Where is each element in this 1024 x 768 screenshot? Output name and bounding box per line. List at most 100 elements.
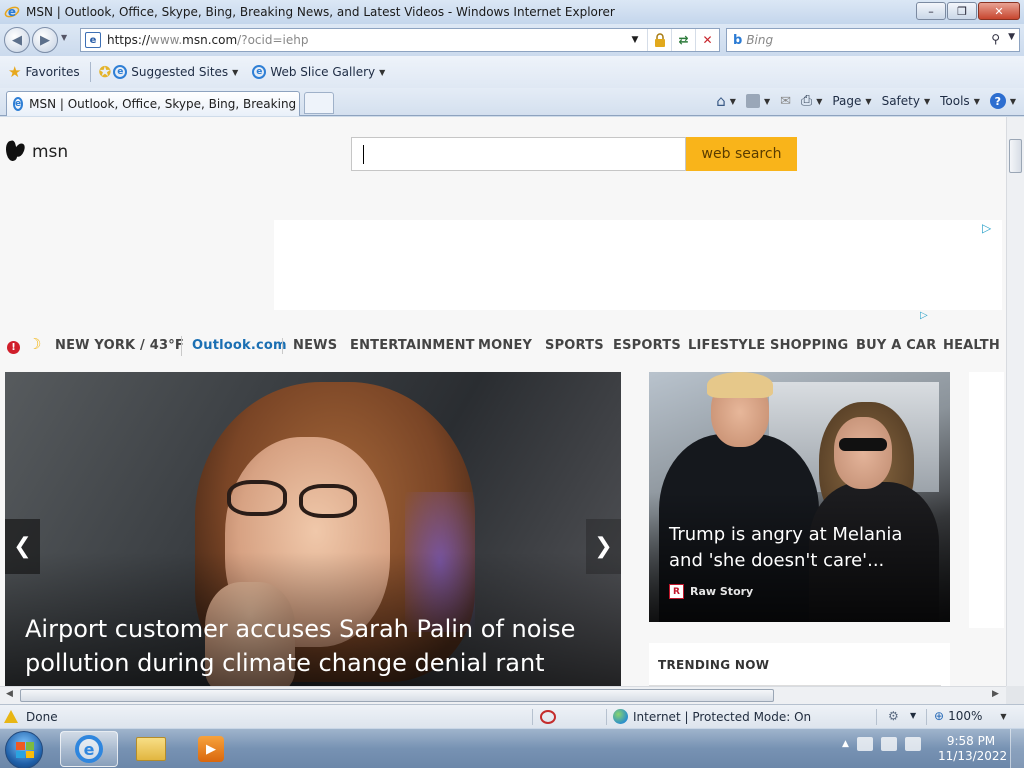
search-input[interactable]: Bing <box>746 33 773 47</box>
nav-link-buy-a-car[interactable]: BUY A CAR <box>856 338 936 353</box>
nav-link-esports[interactable]: ESPORTS <box>613 338 681 353</box>
news-card[interactable]: Trump is angry at Melania and 'she doesn… <box>649 372 950 622</box>
home-icon: ⌂ <box>716 92 726 110</box>
vertical-scrollbar[interactable] <box>1006 117 1024 686</box>
nav-link-lifestyle[interactable]: LIFESTYLE <box>688 338 766 353</box>
start-button[interactable] <box>5 731 43 768</box>
carousel-next-button[interactable]: ❯ <box>586 519 621 574</box>
taskbar-windows-explorer[interactable] <box>122 731 180 767</box>
nav-link-health[interactable]: HEALTH <box>943 338 1000 353</box>
ad-choices-icon[interactable]: ▷ <box>982 221 991 235</box>
taskbar-media-player[interactable]: ▶ <box>182 731 240 767</box>
chevron-down-icon: ▼ <box>1000 711 1007 721</box>
search-options-dropdown-icon[interactable]: ▼ <box>1008 32 1015 46</box>
minimize-button[interactable]: – <box>916 2 946 20</box>
nav-link-shopping[interactable]: SHOPPING <box>770 338 848 353</box>
nav-link-entertainment[interactable]: ENTERTAINMENT <box>350 338 475 353</box>
refresh-icon[interactable]: ⇄ <box>671 29 695 51</box>
alert-icon[interactable]: ! <box>7 341 20 354</box>
tools-menu-button[interactable]: Tools ▼ <box>940 94 980 108</box>
taskbar-internet-explorer[interactable]: e <box>60 731 118 767</box>
command-bar: ⌂ ▼ ▼ ✉ ⎙ ▼ Page ▼ Safety ▼ Tools ▼ ? ▼ <box>716 88 1024 114</box>
globe-icon <box>613 709 628 724</box>
nav-link-money[interactable]: MONEY <box>478 338 532 353</box>
news-card-headline[interactable]: Trump is angry at Melania and 'she doesn… <box>669 522 939 574</box>
show-desktop-button[interactable] <box>1010 729 1024 768</box>
divider <box>876 709 877 725</box>
hero-carousel[interactable]: ❮ ❯ Airport customer accuses Sarah Palin… <box>5 372 621 686</box>
add-favorite-icon: ✪ <box>98 63 112 81</box>
zoom-level[interactable]: ⊕ 100% ▼ <box>934 709 1007 723</box>
print-button[interactable]: ⎙ ▼ <box>801 93 822 109</box>
windows-logo-icon <box>16 742 34 758</box>
favorites-button[interactable]: ★ Favorites <box>8 63 80 81</box>
nav-link-sports[interactable]: SPORTS <box>545 338 604 353</box>
printer-icon: ⎙ <box>801 93 813 109</box>
show-hidden-icons-icon[interactable]: ▲ <box>842 739 849 749</box>
home-button[interactable]: ⌂ ▼ <box>716 92 736 110</box>
web-search-button[interactable]: web search <box>686 137 797 171</box>
clock-time: 9:58 PM <box>946 734 996 748</box>
network-icon[interactable] <box>880 737 897 751</box>
taskbar-clock[interactable]: 9:58 PM 11/13/2022 <box>938 734 1008 764</box>
hero-headline[interactable]: Airport customer accuses Sarah Palin of … <box>25 612 615 680</box>
chevron-down-icon: ▼ <box>865 96 872 106</box>
address-url[interactable]: https://www.msn.com/?ocid=iehp <box>107 33 308 47</box>
forward-button[interactable]: ▶ <box>32 27 58 53</box>
help-menu-button[interactable]: ? ▼ <box>989 93 1016 109</box>
zoom-icon: ⊕ <box>934 709 945 723</box>
horizontal-scrollbar[interactable]: ◀ ▶ <box>0 686 1006 704</box>
page-menu-button[interactable]: Page ▼ <box>832 94 871 108</box>
carousel-previous-button[interactable]: ❮ <box>5 519 40 574</box>
trending-now-panel: TRENDING NOW <box>649 643 950 686</box>
weather-location-link[interactable]: NEW YORK / 43°F <box>55 338 184 353</box>
restore-button[interactable]: ❐ <box>947 2 977 20</box>
scroll-left-icon[interactable]: ◀ <box>6 689 13 699</box>
new-tab-button[interactable] <box>304 92 334 114</box>
chevron-down-icon[interactable]: ▼ <box>910 711 916 720</box>
recent-pages-dropdown-icon[interactable]: ▼ <box>61 33 67 42</box>
trending-now-heading: TRENDING NOW <box>658 658 770 672</box>
help-icon: ? <box>989 93 1006 109</box>
feeds-button[interactable]: ▼ <box>745 94 771 108</box>
search-box[interactable]: b Bing ⚲ ▼ <box>726 28 1020 52</box>
vertical-scroll-thumb[interactable] <box>1009 139 1022 173</box>
address-bar[interactable]: e https://www.msn.com/?ocid=iehp ▼ ⇄ ✕ <box>80 28 720 52</box>
news-card-source: R Raw Story <box>669 584 753 599</box>
volume-icon[interactable] <box>904 737 921 751</box>
action-center-icon[interactable] <box>856 737 873 751</box>
msn-logo[interactable]: msn <box>3 139 68 165</box>
compatibility-view-icon[interactable]: ⚙ <box>888 709 899 723</box>
chevron-down-icon: ▼ <box>923 96 931 106</box>
web-slice-gallery-button[interactable]: e Web Slice Gallery ▼ <box>252 65 385 79</box>
back-button[interactable]: ◀ <box>4 27 30 53</box>
chevron-down-icon: ▼ <box>763 96 771 106</box>
safety-menu-button[interactable]: Safety ▼ <box>882 94 931 108</box>
forward-arrow-icon: ▶ <box>40 32 50 48</box>
clock-date: 11/13/2022 <box>938 749 1008 763</box>
nav-link-outlook[interactable]: Outlook.com <box>192 338 287 353</box>
navigation-bar: ◀ ▶ ▼ e https://www.msn.com/?ocid=iehp ▼… <box>0 24 1024 56</box>
status-bar: Done Internet | Protected Mode: On ⚙ ▼ ⊕… <box>0 704 1024 728</box>
ad-choices-icon[interactable]: ▷ <box>920 310 928 321</box>
search-icon[interactable]: ⚲ <box>991 32 1000 46</box>
add-to-favorites-bar-button[interactable]: ✪ <box>99 63 112 81</box>
suggested-sites-button[interactable]: e Suggested Sites ▼ <box>113 65 238 79</box>
window-title: MSN | Outlook, Office, Skype, Bing, Brea… <box>26 5 615 19</box>
read-mail-button[interactable]: ✉ <box>780 94 791 109</box>
lock-icon[interactable] <box>647 29 671 51</box>
horizontal-scroll-thumb[interactable] <box>20 689 774 702</box>
nav-link-news[interactable]: NEWS <box>293 338 337 353</box>
stop-icon[interactable]: ✕ <box>695 29 719 51</box>
privacy-report-icon[interactable] <box>540 710 556 724</box>
close-button[interactable]: ✕ <box>978 2 1020 20</box>
security-zone[interactable]: Internet | Protected Mode: On <box>613 709 811 724</box>
address-dropdown-icon[interactable]: ▼ <box>623 29 647 51</box>
chevron-down-icon: ▼ <box>1009 96 1016 106</box>
ad-banner[interactable] <box>274 220 1002 310</box>
web-search-input[interactable] <box>351 137 686 171</box>
scroll-right-icon[interactable]: ▶ <box>992 689 999 699</box>
tab-bar: e MSN | Outlook, Office, Skype, Bing, Br… <box>0 88 1024 116</box>
warning-icon[interactable] <box>4 710 18 723</box>
tab-msn[interactable]: e MSN | Outlook, Office, Skype, Bing, Br… <box>6 91 300 116</box>
